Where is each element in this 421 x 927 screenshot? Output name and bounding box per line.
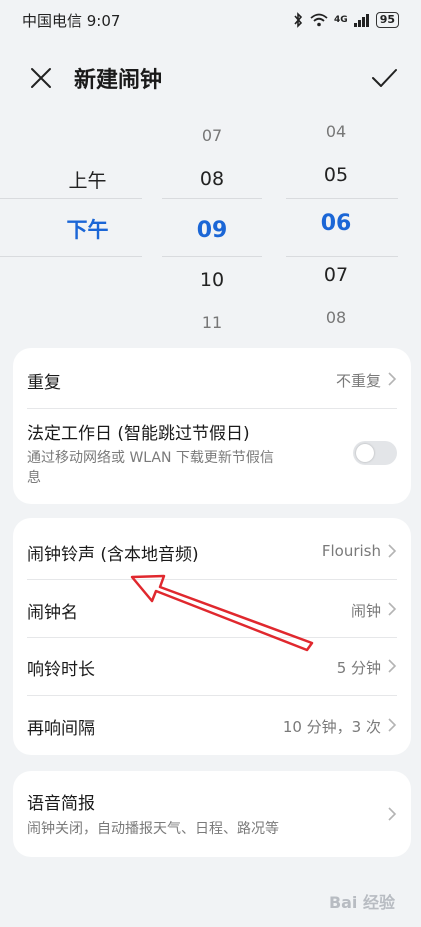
picker-minute[interactable]: 04	[286, 122, 386, 141]
watermark-text: Bai 经验	[328, 893, 395, 912]
repeat-row[interactable]: 重复 不重复	[13, 348, 411, 408]
status-icons: 4G 95	[292, 12, 399, 28]
network-type: 4G	[334, 15, 348, 25]
snooze-label: 再响间隔	[27, 719, 95, 739]
battery-indicator: 95	[375, 12, 399, 28]
wifi-icon	[310, 13, 328, 27]
snooze-row[interactable]: 再响间隔 10 分钟，3 次	[13, 696, 411, 755]
toggle-knob	[356, 444, 374, 462]
chevron-right-icon	[388, 659, 397, 673]
chevron-right-icon	[388, 372, 397, 386]
alarm-name-row[interactable]: 闹钟名 闹钟	[13, 580, 411, 637]
picker-hour[interactable]: 07	[162, 126, 262, 145]
status-bar: 中国电信 9:07 4G 95	[0, 0, 421, 40]
workday-description: 通过移动网络或 WLAN 下载更新节假信	[27, 450, 274, 466]
ringtone-row[interactable]: 闹钟铃声 (含本地音频) Flourish	[13, 518, 411, 578]
picker-divider	[0, 198, 142, 199]
picker-minute[interactable]: 08	[286, 308, 386, 327]
alarm-name-value: 闹钟	[350, 602, 381, 620]
picker-ampm-selected[interactable]: 下午	[30, 214, 145, 244]
ring-duration-label: 响铃时长	[27, 660, 95, 680]
workday-toggle[interactable]	[353, 441, 397, 465]
watermark-logo: Bai 经验	[329, 889, 395, 913]
check-icon[interactable]	[369, 63, 399, 93]
signal-icon	[353, 13, 369, 27]
snooze-value: 10 分钟，3 次	[282, 718, 381, 736]
ring-duration-value: 5 分钟	[336, 659, 381, 677]
voice-briefing-card[interactable]: 语音简报 闹钟关闭，自动播报天气、日程、路况等	[13, 771, 411, 857]
alarm-name-label: 闹钟名	[27, 603, 78, 623]
picker-minute[interactable]: 05	[286, 164, 386, 186]
picker-divider	[0, 256, 142, 257]
ringtone-value: Flourish	[321, 542, 381, 560]
workday-label: 法定工作日 (智能跳过节假日)	[27, 424, 250, 444]
picker-minute-selected[interactable]: 06	[286, 211, 386, 236]
repeat-value: 不重复	[335, 372, 381, 390]
picker-ampm-am[interactable]: 上午	[30, 166, 145, 193]
alarm-options-card: 闹钟铃声 (含本地音频) Flourish 闹钟名 闹钟 响铃时长 5 分钟 再…	[13, 518, 411, 755]
picker-minute[interactable]: 07	[286, 264, 386, 286]
picker-divider	[286, 256, 398, 257]
picker-hour-selected[interactable]: 09	[162, 218, 262, 243]
time-picker[interactable]: 上午 下午 07 08 09 10 11 04 05 06 07 08	[0, 114, 421, 344]
close-icon[interactable]	[26, 63, 56, 93]
picker-divider	[286, 198, 398, 199]
picker-hour[interactable]: 10	[162, 269, 262, 291]
header: 新建闹钟	[0, 52, 421, 104]
page-title: 新建闹钟	[74, 68, 163, 93]
picker-divider	[162, 198, 262, 199]
ringtone-label: 闹钟铃声 (含本地音频)	[27, 545, 199, 565]
picker-hour[interactable]: 08	[162, 168, 262, 190]
chevron-right-icon	[388, 718, 397, 732]
workday-description-cont: 息	[27, 470, 41, 486]
carrier-time: 中国电信 9:07	[22, 11, 121, 30]
chevron-right-icon	[388, 544, 397, 558]
ring-duration-row[interactable]: 响铃时长 5 分钟	[13, 638, 411, 695]
workday-row[interactable]: 法定工作日 (智能跳过节假日) 通过移动网络或 WLAN 下载更新节假信 息	[13, 409, 411, 504]
picker-hour[interactable]: 11	[162, 313, 262, 332]
voice-briefing-label: 语音简报	[27, 794, 95, 814]
bluetooth-icon	[294, 12, 303, 28]
repeat-label: 重复	[27, 373, 61, 393]
chevron-right-icon	[388, 602, 397, 616]
picker-divider	[162, 256, 262, 257]
repeat-settings-card: 重复 不重复 法定工作日 (智能跳过节假日) 通过移动网络或 WLAN 下载更新…	[13, 348, 411, 504]
chevron-right-icon	[388, 807, 397, 821]
voice-briefing-description: 闹钟关闭，自动播报天气、日程、路况等	[27, 821, 279, 837]
